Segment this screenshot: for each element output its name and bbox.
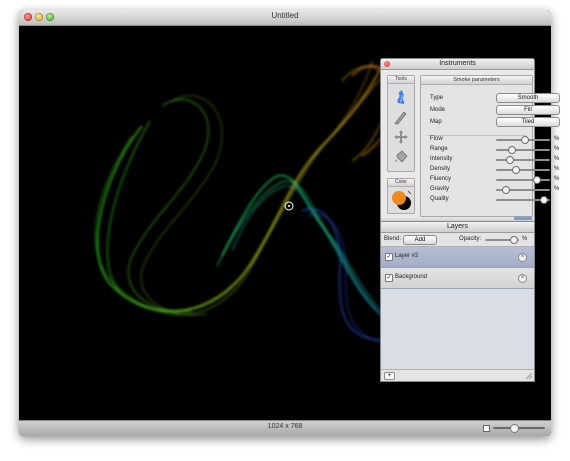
pencil-icon[interactable] bbox=[393, 109, 409, 125]
fluency-slider[interactable] bbox=[496, 176, 550, 184]
blend-row: Blend: Add Opacity: % bbox=[381, 233, 534, 247]
density-unit: % bbox=[554, 166, 560, 172]
layer-row-layer-2[interactable]: ✓ Layer #2 × bbox=[381, 247, 534, 268]
density-label: Density bbox=[430, 166, 451, 172]
layers-title: Layers bbox=[381, 222, 534, 233]
zoom-slider-knob[interactable] bbox=[510, 424, 520, 433]
gravity-slider[interactable] bbox=[496, 186, 550, 194]
title-bar: Untitled bbox=[19, 10, 551, 26]
intensity-unit: % bbox=[554, 156, 560, 162]
instruments-panel: Instruments Tools Color Smoke parameters… bbox=[380, 58, 560, 223]
quality-slider[interactable] bbox=[496, 196, 550, 204]
range-slider[interactable] bbox=[496, 146, 550, 154]
tools-box: Tools bbox=[387, 75, 415, 172]
gravity-unit: % bbox=[554, 186, 560, 192]
color-box: Color bbox=[387, 178, 415, 214]
smoke-parameters-header: Smoke parameters bbox=[421, 76, 532, 85]
mode-label: Mode bbox=[430, 107, 446, 113]
range-slider-knob[interactable] bbox=[507, 146, 516, 154]
quality-label: Quality bbox=[430, 196, 449, 202]
delete-layer-icon[interactable]: × bbox=[518, 253, 527, 262]
delete-layer-icon[interactable]: × bbox=[518, 274, 527, 283]
fluency-label: Fluency bbox=[430, 176, 452, 182]
flow-unit: % bbox=[554, 136, 560, 142]
density-slider-knob[interactable] bbox=[512, 166, 521, 174]
status-bar: 1024 x 768 bbox=[19, 420, 551, 436]
layers-bottom-bar: + bbox=[381, 369, 534, 381]
map-label: Map bbox=[430, 119, 442, 125]
flow-slider[interactable] bbox=[496, 136, 550, 144]
resize-grip-icon[interactable] bbox=[526, 373, 532, 379]
close-panel-button[interactable] bbox=[384, 61, 390, 67]
intensity-slider[interactable] bbox=[496, 156, 550, 164]
move-icon[interactable] bbox=[393, 129, 409, 145]
layers-panel: Layers Blend: Add Opacity: % ✓ Layer #2 … bbox=[380, 221, 535, 382]
gravity-label: Gravity bbox=[430, 186, 450, 192]
intensity-slider-knob[interactable] bbox=[506, 156, 515, 164]
flow-slider-knob[interactable] bbox=[521, 136, 530, 144]
opacity-slider-knob[interactable] bbox=[509, 236, 518, 244]
layer-row-background[interactable]: ✓ Background × bbox=[381, 268, 534, 289]
zoom-out-icon[interactable] bbox=[483, 425, 490, 432]
color-header: Color bbox=[388, 179, 414, 187]
opacity-unit: % bbox=[522, 236, 528, 242]
window-title: Untitled bbox=[271, 11, 299, 20]
type-popup-button[interactable]: Smooth bbox=[496, 93, 560, 103]
blend-popup-button[interactable]: Add bbox=[403, 235, 437, 245]
type-label: Type bbox=[430, 95, 444, 101]
range-unit: % bbox=[554, 146, 560, 152]
swap-colors-icon[interactable] bbox=[407, 190, 412, 195]
intensity-label: Intensity bbox=[430, 156, 453, 162]
bucket-icon[interactable] bbox=[393, 149, 409, 165]
layer-name: Layer #2 bbox=[395, 253, 419, 259]
smoke-brush-icon[interactable] bbox=[393, 89, 409, 105]
add-layer-button[interactable]: + bbox=[384, 372, 395, 380]
gravity-slider-knob[interactable] bbox=[501, 186, 510, 194]
blend-label: Blend: bbox=[384, 236, 402, 242]
layer-name: Background bbox=[395, 274, 428, 280]
flow-label: Flow bbox=[430, 136, 443, 142]
instruments-title-bar[interactable]: Instruments bbox=[381, 59, 534, 70]
zoom-slider[interactable] bbox=[483, 424, 545, 433]
instruments-title: Instruments bbox=[439, 60, 476, 67]
foreground-color-swatch[interactable] bbox=[392, 191, 406, 205]
fluency-slider-knob[interactable] bbox=[532, 176, 541, 184]
mode-popup-button[interactable]: Fill bbox=[496, 105, 560, 115]
layer-visibility-checkbox[interactable]: ✓ bbox=[385, 274, 393, 282]
color-swatches bbox=[392, 190, 412, 210]
smoke-parameters-box: Smoke parameters Type Smooth Mode Fill M… bbox=[420, 75, 560, 217]
opacity-label: Opacity: bbox=[459, 236, 482, 242]
range-label: Range bbox=[430, 146, 448, 152]
layer-visibility-checkbox[interactable]: ✓ bbox=[385, 253, 393, 261]
map-popup-button[interactable]: Tiled bbox=[496, 117, 560, 127]
density-slider[interactable] bbox=[496, 166, 550, 174]
panel-resize-handle[interactable] bbox=[514, 216, 532, 220]
tools-header: Tools bbox=[388, 76, 414, 84]
opacity-slider[interactable] bbox=[485, 236, 519, 244]
fluency-unit: % bbox=[554, 176, 560, 182]
canvas-size-label: 1024 x 768 bbox=[267, 423, 303, 430]
